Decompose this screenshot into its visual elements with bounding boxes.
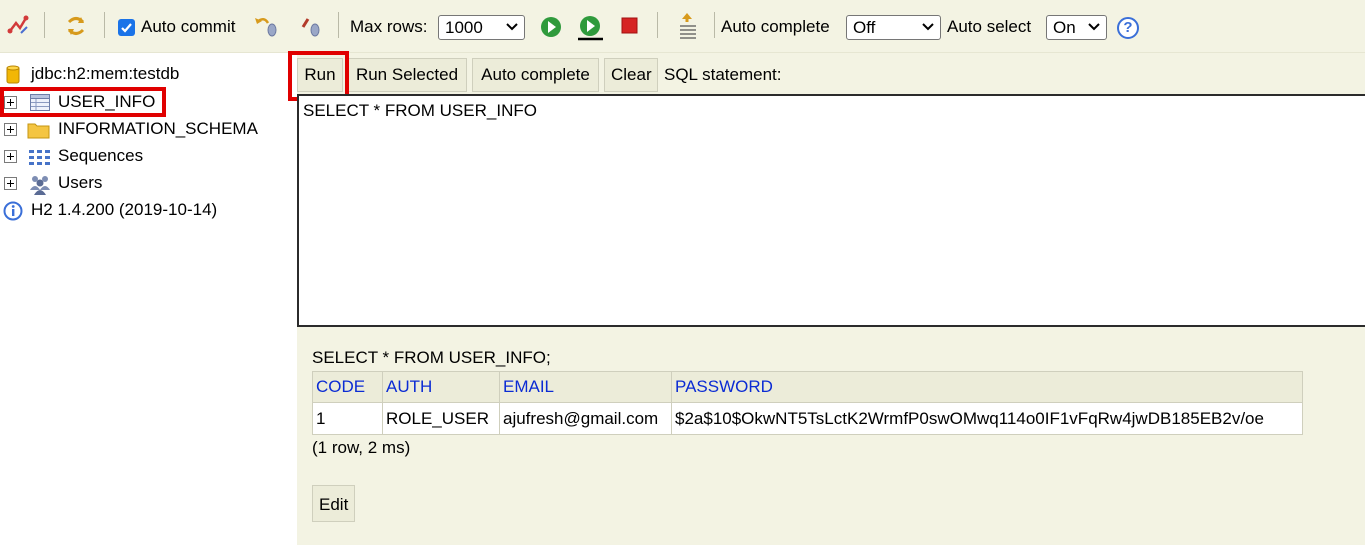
run-icon[interactable]	[539, 13, 563, 39]
sidebar: jdbc:h2:mem:testdb USER_INFO INFORMATION…	[0, 53, 297, 545]
info-icon	[3, 201, 23, 226]
column-header[interactable]: CODE	[312, 371, 383, 403]
table-header-row: CODE AUTH EMAIL PASSWORD	[312, 371, 1303, 403]
auto-complete-label: Auto complete	[721, 17, 830, 36]
toolbar-separator	[104, 12, 105, 38]
rollback-icon[interactable]	[254, 13, 278, 39]
chevron-down-icon	[1088, 23, 1100, 31]
expand-icon[interactable]	[4, 177, 17, 190]
auto-complete-value: Off	[853, 18, 876, 37]
column-header[interactable]: AUTH	[382, 371, 500, 403]
chevron-down-icon	[922, 23, 934, 31]
edit-button[interactable]: Edit	[312, 485, 355, 522]
auto-complete-button[interactable]: Auto complete	[472, 58, 599, 92]
auto-select-label: Auto select	[947, 17, 1032, 36]
sql-statement-label: SQL statement:	[664, 65, 782, 84]
sidebar-item-label: Users	[58, 173, 103, 192]
column-header[interactable]: PASSWORD	[671, 371, 1303, 403]
auto-select-select[interactable]: On	[1046, 15, 1107, 40]
stop-icon[interactable]	[618, 13, 642, 39]
auto-complete-select[interactable]: Off	[846, 15, 941, 40]
auto-commit-label: Auto commit	[141, 17, 236, 36]
history-icon[interactable]	[676, 13, 700, 39]
run-selected-button[interactable]: Run Selected	[347, 58, 467, 92]
toolbar-separator	[714, 12, 715, 38]
table-cell: $2a$10$OkwNT5TsLctK2WrmfP0swOMwq114o0IF1…	[671, 402, 1303, 435]
refresh-icon[interactable]	[64, 13, 88, 39]
chevron-down-icon	[506, 23, 518, 31]
sidebar-item-label: INFORMATION_SCHEMA	[58, 119, 258, 138]
toolbar-separator	[338, 12, 339, 38]
help-icon[interactable]: ?	[1117, 17, 1139, 39]
max-rows-label: Max rows:	[350, 17, 428, 36]
run-selected-icon[interactable]	[578, 13, 603, 41]
auto-select-value: On	[1053, 18, 1076, 37]
result-statement: SELECT * FROM USER_INFO;	[312, 348, 551, 367]
toolbar-separator	[657, 12, 658, 38]
toolbar: Auto commit Max rows: 1000 Auto complete…	[0, 0, 1365, 53]
max-rows-value: 1000	[445, 18, 483, 37]
sidebar-item-label: Sequences	[58, 146, 144, 165]
toolbar-separator	[44, 12, 45, 38]
table-row: 1 ROLE_USER ajufresh@gmail.com $2a$10$Ok…	[312, 402, 1303, 435]
expand-icon[interactable]	[4, 123, 17, 136]
disconnect-icon[interactable]	[7, 13, 31, 39]
highlight-user-info	[0, 87, 166, 117]
table-cell: 1	[312, 402, 383, 435]
max-rows-select[interactable]: 1000	[438, 15, 525, 40]
auto-commit-checkbox[interactable]	[118, 19, 135, 36]
result-table: CODE AUTH EMAIL PASSWORD 1 ROLE_USER aju…	[312, 371, 1303, 435]
column-header[interactable]: EMAIL	[499, 371, 672, 403]
clear-button[interactable]: Clear	[604, 58, 658, 92]
table-cell: ajufresh@gmail.com	[499, 402, 672, 435]
expand-icon[interactable]	[4, 150, 17, 163]
folder-icon	[27, 121, 50, 144]
sequences-icon	[28, 148, 52, 171]
table-cell: ROLE_USER	[382, 402, 500, 435]
version-label: H2 1.4.200 (2019-10-14)	[31, 200, 218, 219]
commit-icon[interactable]	[300, 13, 324, 39]
result-summary: (1 row, 2 ms)	[312, 438, 411, 457]
connection-label: jdbc:h2:mem:testdb	[31, 64, 180, 83]
sql-editor[interactable]: SELECT * FROM USER_INFO	[297, 94, 1365, 327]
main-panel: Run Run Selected Auto complete Clear SQL…	[288, 51, 1365, 545]
users-icon	[29, 173, 51, 200]
